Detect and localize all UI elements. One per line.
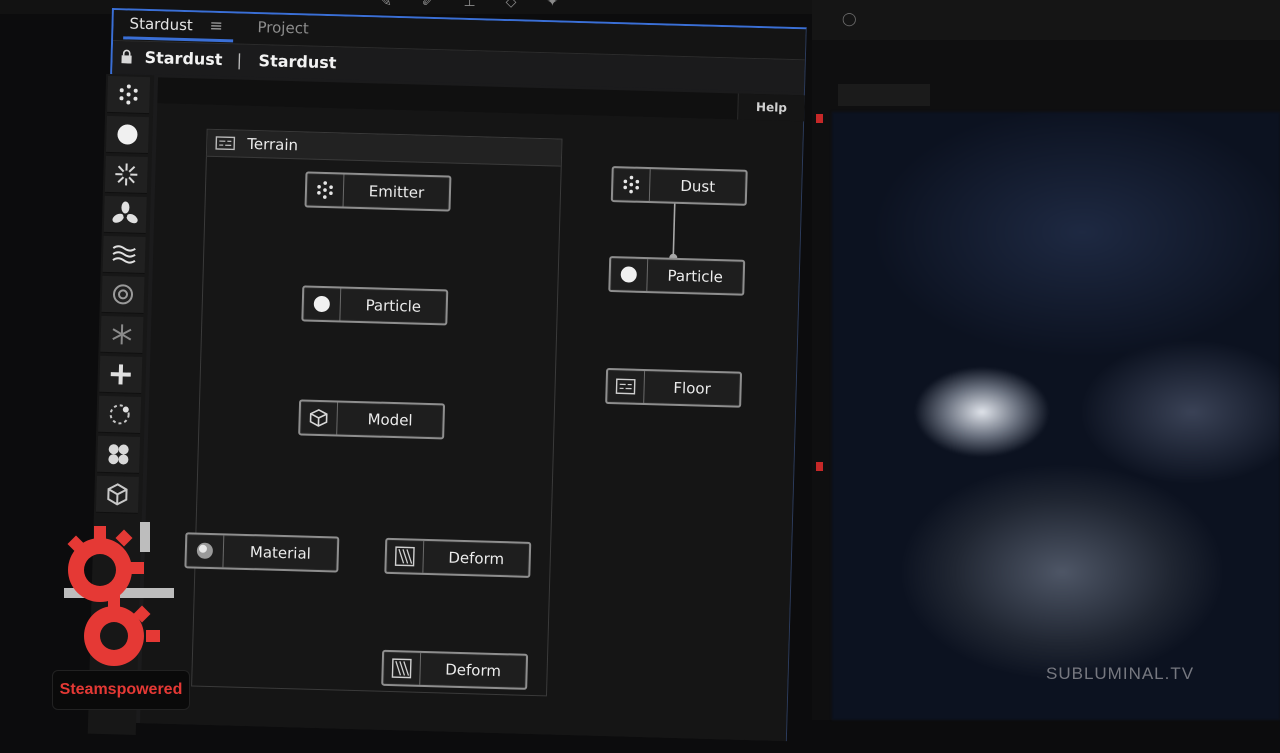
- node-dust-particle[interactable]: Particle: [608, 256, 745, 296]
- cube-icon: [104, 481, 131, 508]
- tool-spin[interactable]: [98, 396, 141, 434]
- steamspowered-gear-logo: [60, 518, 180, 668]
- steamspowered-logo-text: Steamspowered: [52, 670, 190, 710]
- particle-icon: [303, 287, 341, 320]
- tool-cluster[interactable]: [97, 436, 140, 474]
- viewer-tabs: ◯: [812, 0, 1280, 40]
- tool-plus[interactable]: [99, 356, 142, 394]
- tool-turbulence[interactable]: [103, 236, 146, 274]
- node-deform[interactable]: Deform: [384, 538, 531, 578]
- node-label: Particle: [341, 296, 446, 317]
- ring-icon: [110, 281, 137, 308]
- turbulence-icon: [111, 241, 138, 268]
- tab-project[interactable]: Project: [257, 18, 309, 37]
- tool-ring[interactable]: [101, 276, 144, 314]
- header-effect-name: Stardust: [144, 48, 222, 69]
- watermark-text: SUBLUMINAL.TV: [1046, 664, 1194, 684]
- node-particle[interactable]: Particle: [301, 285, 448, 325]
- tool-cube[interactable]: [96, 476, 139, 514]
- cube-icon: [300, 401, 338, 434]
- viewer-comp-tab[interactable]: [838, 84, 930, 106]
- terrain-icon: [607, 370, 645, 403]
- eraser-tool-icon[interactable]: ◇: [506, 0, 517, 12]
- node-label: Deform: [424, 548, 529, 569]
- work-area-marker: [816, 114, 823, 123]
- stamp-tool-icon[interactable]: ⊥: [463, 0, 475, 12]
- particle-icon: [114, 121, 141, 148]
- render-preview[interactable]: [832, 112, 1280, 720]
- tab-stardust[interactable]: Stardust: [129, 15, 193, 35]
- emitter-icon: [115, 81, 142, 108]
- material-sphere-icon: [186, 534, 224, 567]
- work-area-marker: [816, 462, 823, 471]
- help-button[interactable]: Help: [737, 94, 805, 122]
- node-label: Material: [224, 542, 337, 563]
- pen-tool-icon[interactable]: ✎: [380, 0, 392, 12]
- tool-emitter[interactable]: [107, 76, 150, 114]
- stardust-panel: Stardust ≡ Project Stardust | Stardust H…: [92, 8, 807, 741]
- tool-burst[interactable]: [105, 156, 148, 194]
- plus-icon: [107, 361, 134, 388]
- lock-icon[interactable]: [120, 49, 132, 63]
- node-emitter[interactable]: Emitter: [305, 171, 452, 211]
- emitter-icon: [307, 174, 345, 207]
- particle-icon: [610, 258, 648, 291]
- snowflake-icon: [109, 321, 136, 348]
- panel-menu-icon[interactable]: ≡: [209, 16, 223, 35]
- tool-particle[interactable]: [106, 116, 149, 154]
- snapping-icon[interactable]: ◯: [842, 12, 857, 27]
- node-label: Model: [337, 409, 442, 430]
- header-separator: |: [236, 51, 242, 70]
- emitter-icon: [613, 168, 651, 201]
- terrain-group-title: Terrain: [247, 135, 298, 154]
- burst-icon: [113, 161, 140, 188]
- cluster-icon: [105, 441, 132, 468]
- puppet-tool-icon[interactable]: ✦: [546, 0, 558, 12]
- fan-force-icon: [112, 201, 139, 228]
- node-label: Particle: [648, 266, 743, 287]
- node-label: Dust: [650, 176, 745, 197]
- terrain-icon: [215, 136, 235, 151]
- node-deform-2[interactable]: Deform: [381, 650, 528, 690]
- brush-tool-icon[interactable]: ✐: [422, 0, 434, 12]
- tool-snowflake[interactable]: [100, 316, 143, 354]
- node-model[interactable]: Model: [298, 399, 445, 439]
- node-graph-canvas[interactable]: Terrain Emitter Particle Model: [140, 103, 803, 741]
- node-material[interactable]: Material: [184, 532, 339, 572]
- node-dust[interactable]: Dust: [611, 166, 748, 206]
- deform-icon: [386, 540, 424, 573]
- top-tools: ✎ ✐ ⊥ ◇ ✦: [380, 0, 558, 12]
- header-layer-name: Stardust: [258, 51, 336, 72]
- tool-fan-force[interactable]: [104, 196, 147, 234]
- node-label: Floor: [644, 378, 739, 399]
- node-label: Deform: [420, 660, 525, 681]
- node-floor[interactable]: Floor: [605, 368, 742, 408]
- composition-viewer: ◯: [812, 0, 1280, 720]
- node-label: Emitter: [344, 182, 449, 203]
- spin-icon: [106, 401, 133, 428]
- deform-icon: [383, 652, 421, 685]
